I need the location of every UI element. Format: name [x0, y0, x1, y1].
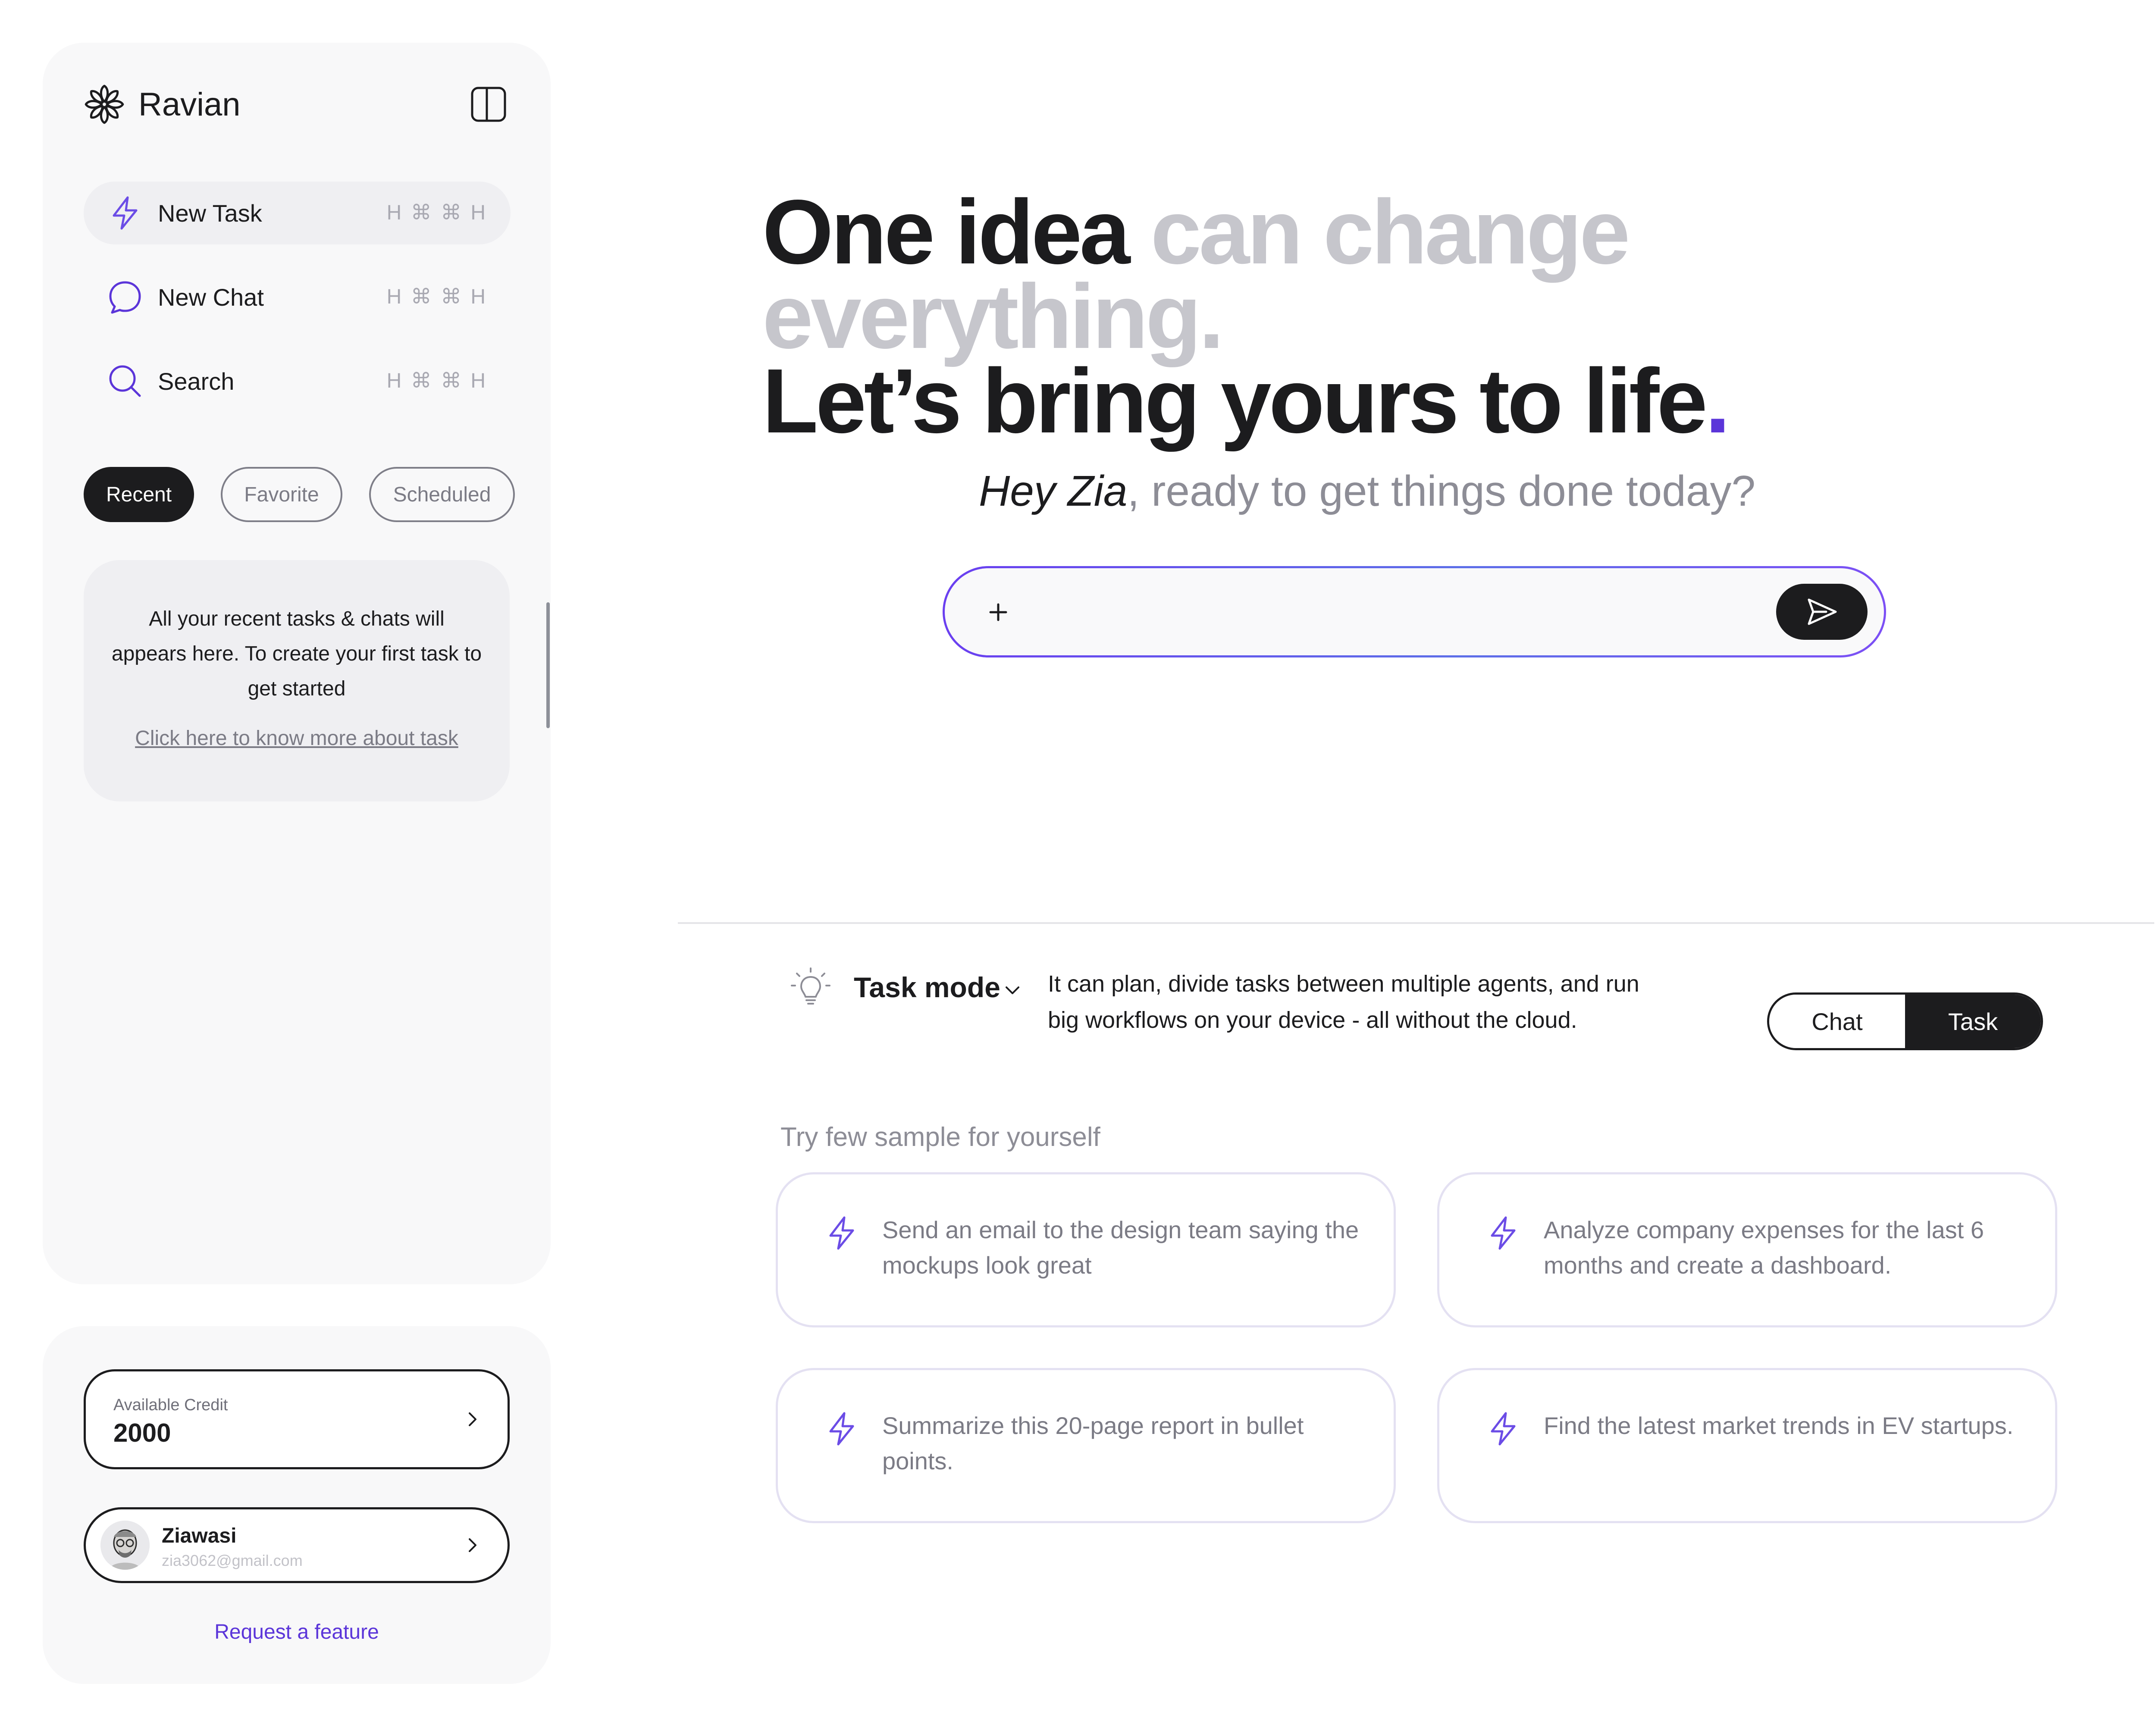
hero-line-2-text: Let’s bring yours to life — [762, 350, 1708, 452]
empty-state-message: All your recent tasks & chats will appea… — [111, 607, 482, 700]
sample-card[interactable]: Summarize this 20-page report in bullet … — [776, 1368, 1396, 1523]
brand[interactable]: Ravian — [82, 82, 241, 126]
toggle-task[interactable]: Task — [1905, 995, 2041, 1048]
greeting-text: , ready to get things done today? — [1127, 467, 1756, 515]
filter-favorite[interactable]: Favorite — [221, 467, 342, 522]
asterisk-logo-icon — [82, 85, 126, 126]
chat-bubble-icon — [109, 281, 141, 314]
bolt-icon — [1491, 1412, 1516, 1446]
avatar — [100, 1521, 150, 1570]
empty-state-card: All your recent tasks & chats will appea… — [84, 560, 510, 801]
brand-name: Ravian — [138, 86, 241, 123]
plus-icon[interactable] — [979, 593, 1017, 631]
filter-recent[interactable]: Recent — [84, 467, 194, 522]
prompt-input[interactable] — [1031, 585, 1740, 640]
sample-card[interactable]: Find the latest market trends in EV star… — [1437, 1368, 2057, 1523]
mode-description: It can plan, divide tasks between multip… — [1048, 971, 1639, 1033]
credit-value: 2000 — [113, 1418, 171, 1447]
toggle-chat[interactable]: Chat — [1769, 995, 1905, 1048]
sample-card[interactable]: Send an email to the design team saying … — [776, 1172, 1396, 1327]
hero-line-1: One idea can change everything. — [762, 186, 2099, 362]
section-divider — [678, 922, 2154, 924]
send-icon — [1808, 598, 1837, 625]
nav-new-chat-label: New Chat — [158, 283, 264, 311]
nav-new-chat-shortcut: H ⌘ ⌘ H — [386, 285, 487, 308]
chevron-down-icon[interactable] — [1002, 980, 1023, 1000]
nav-search-label: Search — [158, 367, 235, 395]
user-name: Ziawasi — [162, 1524, 237, 1547]
bolt-icon — [829, 1216, 854, 1250]
nav-search[interactable]: Search H ⌘ ⌘ H — [84, 350, 511, 413]
mode-toggle: Chat Task — [1767, 992, 2043, 1050]
lightbulb-icon — [791, 967, 830, 1005]
request-feature-link[interactable]: Request a feature — [84, 1620, 510, 1644]
bolt-icon — [1491, 1216, 1516, 1250]
hero-line-2: Let’s bring yours to life. — [762, 355, 2099, 447]
nav-new-chat[interactable]: New Chat H ⌘ ⌘ H — [84, 266, 511, 329]
hero-accent-dot: . — [1705, 350, 1730, 452]
prompt-box — [943, 566, 1886, 657]
learn-more-link[interactable]: Click here to know more about task — [84, 726, 510, 750]
send-button[interactable] — [1776, 584, 1868, 640]
chevron-right-icon — [469, 1412, 476, 1426]
search-icon — [109, 365, 141, 397]
user-card[interactable]: Ziawasi zia3062@gmail.com — [84, 1507, 510, 1583]
sample-card[interactable]: Analyze company expenses for the last 6 … — [1437, 1172, 2057, 1327]
sample-text: Find the latest market trends in EV star… — [1544, 1412, 2014, 1439]
nav-new-task[interactable]: New Task H ⌘ ⌘ H — [84, 182, 511, 244]
greeting-name: Hey Zia — [979, 467, 1128, 515]
chevron-right-icon — [469, 1538, 476, 1552]
user-email: zia3062@gmail.com — [162, 1552, 303, 1569]
sample-text: Summarize this 20-page report in bullet … — [882, 1412, 1304, 1474]
hero-headline: One idea can change everything. Let’s br… — [762, 186, 2099, 447]
credit-label: Available Credit — [113, 1396, 228, 1414]
nav-search-shortcut: H ⌘ ⌘ H — [386, 369, 487, 392]
credit-card[interactable]: Available Credit 2000 — [84, 1369, 510, 1469]
sample-text: Send an email to the design team saying … — [882, 1216, 1359, 1279]
filter-scheduled[interactable]: Scheduled — [369, 467, 515, 522]
sample-text: Analyze company expenses for the last 6 … — [1544, 1216, 1984, 1279]
mode-dropdown[interactable]: Task mode — [854, 971, 1000, 1004]
panel-toggle-icon[interactable] — [470, 85, 508, 123]
nav-new-task-label: New Task — [158, 199, 262, 227]
sidebar-scrollbar[interactable] — [546, 602, 550, 728]
nav-new-task-shortcut: H ⌘ ⌘ H — [386, 201, 487, 224]
greeting: Hey Zia, ready to get things done today? — [979, 466, 1755, 516]
bolt-icon — [829, 1412, 854, 1446]
bolt-icon — [113, 196, 138, 230]
samples-heading: Try few sample for yourself — [780, 1122, 1100, 1152]
